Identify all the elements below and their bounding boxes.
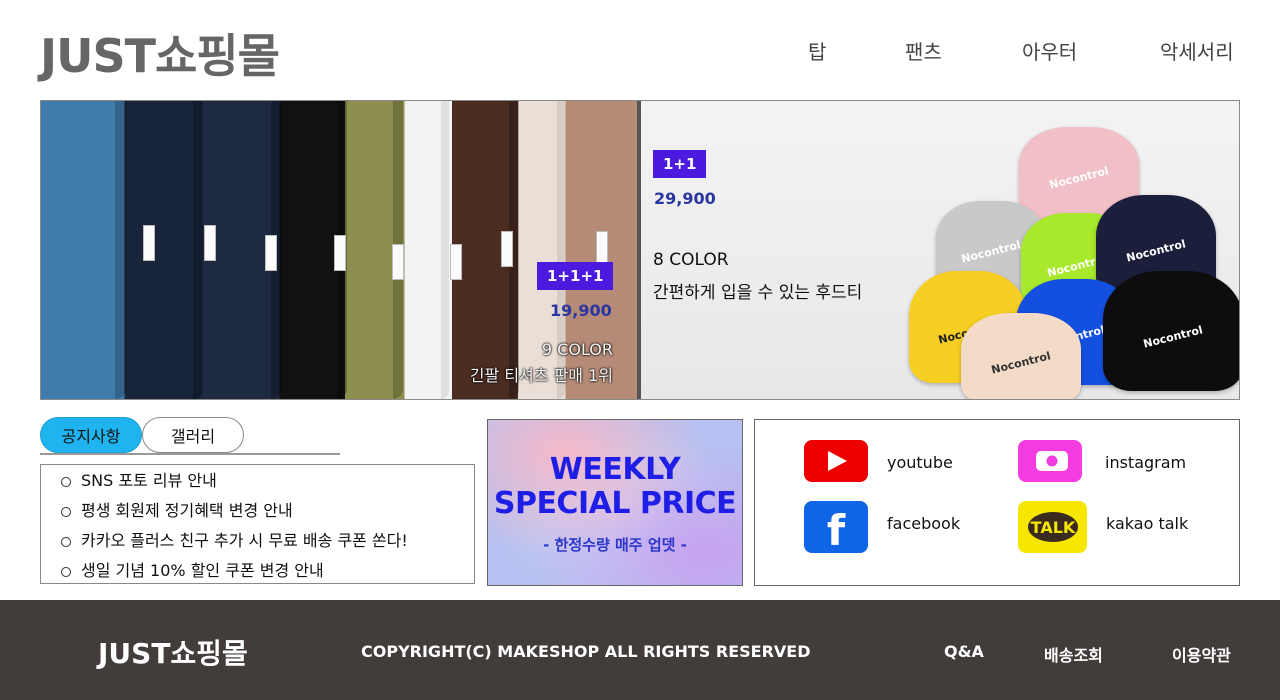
social-links: youtube instagram f facebook TALK kakao …	[754, 419, 1240, 586]
caption-product-left: 긴팔 티셔츠 판매 1위	[469, 366, 613, 385]
site-logo[interactable]: JUST쇼핑몰	[40, 20, 280, 86]
caption-color-count-left: 9 COLOR	[541, 340, 613, 359]
facebook-icon[interactable]: f	[804, 501, 868, 555]
product-desc-right: 간편하게 입을 수 있는 후드티	[653, 283, 863, 303]
weekly-special-banner[interactable]: WEEKLY SPECIAL PRICE - 한정수량 매주 업뎃 -	[487, 419, 743, 586]
tab-notice[interactable]: 공지사항	[40, 417, 142, 453]
list-item[interactable]: SNS 포토 리뷰 안내	[41, 469, 474, 499]
promo-badge-right: 1+1	[653, 150, 707, 178]
copyright-text: COPYRIGHT(C) MAKESHOP ALL RIGHTS RESERVE…	[361, 642, 811, 661]
shirt-label-tag	[501, 231, 513, 267]
footer-logo[interactable]: JUST쇼핑몰	[98, 632, 248, 672]
nav-item-outer[interactable]: 아우터	[1022, 36, 1077, 65]
youtube-link[interactable]: youtube	[887, 453, 953, 472]
hoodie-image[interactable]: 1+1 29,900 8 COLOR 간편하게 입을 수 있는 후드티 Noco…	[641, 101, 1239, 399]
kakao-talk-link[interactable]: kakao talk	[1106, 514, 1188, 533]
longsleeve-tshirt-image[interactable]: 1+1+1 19,900 9 COLOR 긴팔 티셔츠 판매 1위	[41, 101, 637, 399]
price-left: 19,900	[550, 301, 612, 320]
shirt-label-tag	[143, 225, 155, 261]
bullet-icon	[61, 537, 71, 547]
nav-item-top[interactable]: 탑	[808, 36, 826, 65]
shirt-fold	[193, 101, 203, 399]
price-right: 29,900	[654, 189, 716, 208]
hoodie-beige: Nocontrol	[961, 313, 1081, 399]
site-header: JUST쇼핑몰 탑 팬츠 아우터 악세서리	[0, 0, 1280, 100]
shirt-label-tag	[204, 225, 216, 261]
notice-title: 카카오 플러스 친구 추가 시 무료 배송 쿠폰 쏜다!	[81, 531, 408, 550]
notice-title: 생일 기념 10% 할인 쿠폰 변경 안내	[81, 561, 324, 580]
footer-link-terms[interactable]: 이용약관	[1172, 642, 1231, 666]
notice-title: SNS 포토 리뷰 안내	[81, 471, 217, 490]
promo-badge-left: 1+1+1	[537, 262, 614, 290]
shirt-label-tag	[450, 244, 462, 280]
bullet-icon	[61, 567, 71, 577]
facebook-link[interactable]: facebook	[887, 514, 960, 533]
instagram-link[interactable]: instagram	[1105, 453, 1186, 472]
list-item[interactable]: 카카오 플러스 친구 추가 시 무료 배송 쿠폰 쏜다!	[41, 529, 474, 559]
shirt-label-tag	[392, 244, 404, 280]
weekly-title-line2: SPECIAL PRICE	[493, 486, 737, 521]
footer-link-qna[interactable]: Q&A	[944, 642, 984, 661]
site-footer: JUST쇼핑몰 COPYRIGHT(C) MAKESHOP ALL RIGHTS…	[0, 600, 1280, 700]
notice-list: SNS 포토 리뷰 안내 평생 회원제 정기혜택 변경 안내 카카오 플러스 친…	[40, 464, 475, 584]
list-item[interactable]: 평생 회원제 정기혜택 변경 안내	[41, 499, 474, 529]
hero-banner[interactable]: 1+1+1 19,900 9 COLOR 긴팔 티셔츠 판매 1위 1+1 29…	[40, 100, 1240, 400]
hoodie-black: Nocontrol	[1103, 271, 1239, 391]
shirt-label-tag	[334, 235, 346, 271]
nav-item-accessory[interactable]: 악세서리	[1160, 36, 1234, 65]
list-item[interactable]: 생일 기념 10% 할인 쿠폰 변경 안내	[41, 559, 474, 589]
notice-title: 평생 회원제 정기혜택 변경 안내	[81, 501, 293, 520]
svg-text:TALK: TALK	[1031, 518, 1076, 537]
tab-gallery[interactable]: 갤러리	[142, 417, 244, 453]
board-tabs: 공지사항 갤러리	[40, 417, 340, 455]
instagram-icon[interactable]	[1018, 440, 1082, 482]
bullet-icon	[61, 507, 71, 517]
color-count-right: 8 COLOR	[653, 250, 729, 270]
shirt-fold	[115, 101, 127, 399]
shirt-fold	[441, 101, 449, 399]
youtube-icon[interactable]	[804, 440, 868, 482]
weekly-title-line1: WEEKLY	[549, 452, 681, 487]
kakao-talk-icon[interactable]: TALK	[1018, 501, 1087, 553]
footer-link-delivery[interactable]: 배송조회	[1044, 642, 1103, 666]
weekly-subtitle: - 한정수량 매주 업뎃 -	[543, 536, 687, 554]
nav-item-pants[interactable]: 팬츠	[905, 36, 942, 65]
shirt-label-tag	[265, 235, 277, 271]
bullet-icon	[61, 477, 71, 487]
